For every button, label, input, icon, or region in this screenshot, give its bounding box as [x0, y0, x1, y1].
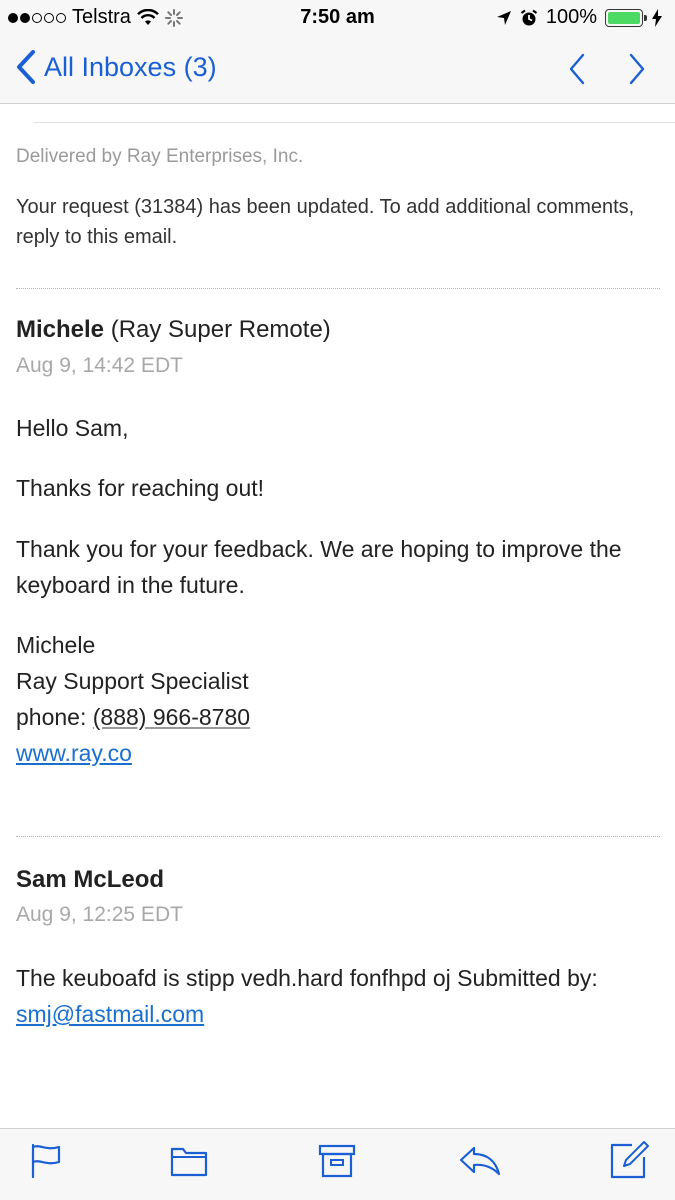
email-body[interactable]: Delivered by Ray Enterprises, Inc. Your …	[0, 104, 675, 1128]
status-bar: Telstra 7:50 am 100%	[0, 0, 675, 36]
message-divider	[16, 836, 660, 837]
message-date: Aug 9, 12:25 EDT	[16, 903, 183, 926]
delivered-by-text: Delivered by Ray Enterprises, Inc.	[16, 146, 304, 167]
message-navigation	[567, 52, 647, 86]
sender-name: Michele	[16, 316, 105, 343]
flag-icon[interactable]	[30, 1143, 62, 1179]
battery-icon	[605, 8, 647, 27]
back-button-label: All Inboxes (3)	[44, 51, 217, 82]
alarm-clock-icon	[520, 9, 537, 25]
message-signature: Michele Ray Support Specialist phone: (8…	[16, 627, 656, 771]
sender-name: Sam McLeod	[16, 866, 165, 893]
signature-title: Ray Support Specialist	[16, 668, 249, 694]
message-sender: Sam McLeod	[16, 866, 164, 894]
message-date: Aug 9, 14:42 EDT	[16, 354, 183, 377]
phone-number-link[interactable]: (888) 966-8780	[93, 704, 250, 730]
sender-organization: (Ray Super Remote)	[110, 316, 331, 343]
message-paragraph: The keuboafd is stipp vedh.hard fonfhpd …	[16, 960, 656, 1032]
message-line: Thanks for reaching out!	[16, 475, 265, 501]
website-link[interactable]: www.ray.co	[16, 740, 132, 766]
email-address-link[interactable]: smj@fastmail.com	[16, 1001, 204, 1027]
message-greeting: Hello Sam,	[16, 415, 129, 441]
phone-label: phone:	[16, 704, 87, 730]
archive-icon[interactable]	[318, 1143, 356, 1179]
message-sender: Michele (Ray Super Remote)	[16, 316, 331, 344]
folder-icon[interactable]	[170, 1143, 208, 1177]
signature-name: Michele	[16, 632, 96, 658]
battery-percent: 100%	[545, 6, 597, 28]
location-arrow-icon	[496, 10, 511, 25]
status-right: 100%	[496, 6, 663, 29]
back-button[interactable]: All Inboxes (3)	[16, 50, 217, 84]
request-update-text: Your request (31384) has been updated. T…	[16, 196, 635, 248]
compose-icon[interactable]	[608, 1139, 650, 1181]
bottom-toolbar	[0, 1128, 675, 1200]
header-divider	[34, 122, 675, 123]
chevron-left-icon	[17, 50, 35, 84]
reply-icon[interactable]	[458, 1143, 502, 1177]
signature-phone-row: phone: (888) 966-8780	[16, 699, 656, 735]
next-message-icon[interactable]	[627, 52, 647, 86]
message-divider	[16, 288, 660, 289]
message-body-text: The keuboafd is stipp vedh.hard fonfhpd …	[16, 965, 598, 991]
previous-message-icon[interactable]	[567, 52, 587, 86]
charging-bolt-icon	[652, 8, 662, 27]
navigation-bar: All Inboxes (3)	[0, 36, 675, 104]
message-paragraph: Thank you for your feedback. We are hopi…	[16, 536, 622, 598]
